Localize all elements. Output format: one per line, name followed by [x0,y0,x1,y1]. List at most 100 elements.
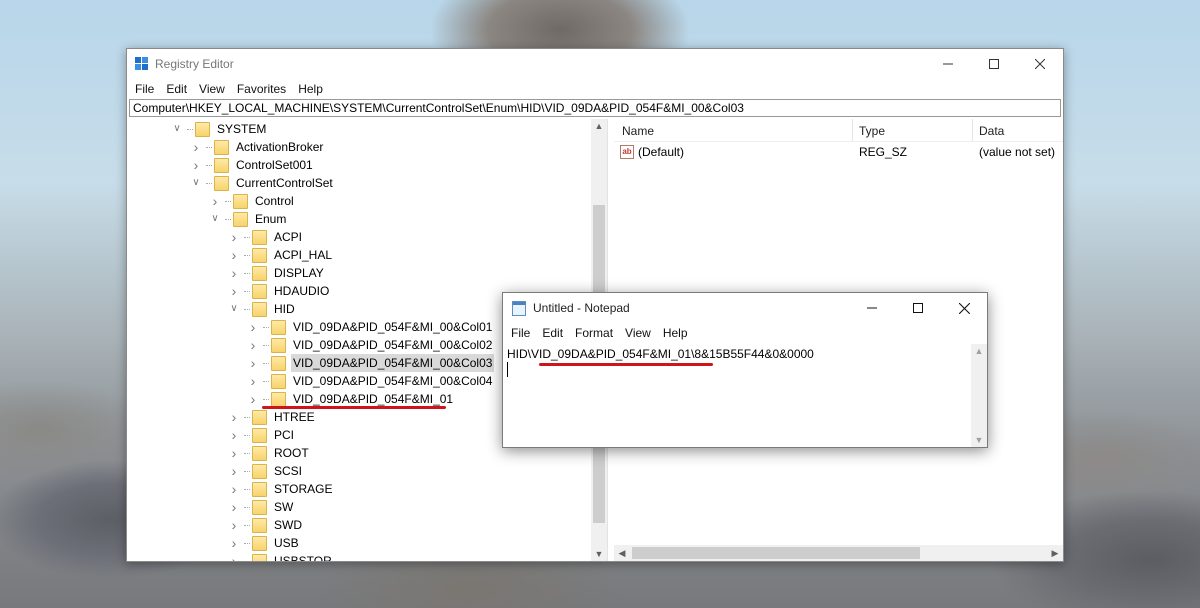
folder-icon [271,319,286,335]
tree-item[interactable]: › VID_09DA&PID_054F&MI_00&Col02 [247,336,494,354]
chevron-right-icon[interactable]: › [228,498,240,516]
tree-item[interactable]: › VID_09DA&PID_054F&MI_00&Col01 [247,318,494,336]
chevron-right-icon[interactable]: › [247,336,259,354]
scroll-up-arrow-icon[interactable]: ▲ [971,346,987,356]
notepad-menu-file[interactable]: File [505,326,536,340]
column-name-header[interactable]: Name [622,124,654,138]
chevron-right-icon[interactable]: › [247,390,259,408]
tree-item[interactable]: › PCI [228,426,296,444]
tree-item[interactable]: › USB [228,534,301,552]
menu-help[interactable]: Help [292,82,329,96]
tree-item[interactable]: ∨ Enum [209,210,288,228]
chevron-down-icon[interactable]: ∨ [171,120,183,138]
notepad-vertical-scrollbar[interactable]: ▲ ▼ [971,344,987,447]
tree-item[interactable]: › Control [209,192,296,210]
folder-icon [214,139,229,155]
chevron-down-icon[interactable]: ∨ [190,174,202,192]
notepad-text-area[interactable]: HID\VID_09DA&PID_054F&MI_01\8&15B55F44&0… [503,344,971,447]
chevron-down-icon[interactable]: ∨ [228,300,240,318]
chevron-right-icon[interactable]: › [247,318,259,336]
tree-item[interactable]: › SW [228,498,295,516]
chevron-right-icon[interactable]: › [190,156,202,174]
tree-item[interactable]: › VID_09DA&PID_054F&MI_00&Col04 [247,372,494,390]
minimize-button[interactable] [925,49,971,79]
chevron-right-icon[interactable]: › [228,534,240,552]
column-type-header[interactable]: Type [859,124,885,138]
notepad-minimize-button[interactable] [849,293,895,323]
value-row[interactable]: ab (Default) REG_SZ (value not set) [614,143,1063,161]
folder-icon [252,229,267,245]
chevron-right-icon[interactable]: › [228,246,240,264]
notepad-window: Untitled - Notepad File Edit Format View… [502,292,988,448]
tree-item[interactable]: › ACPI_HAL [228,246,334,264]
chevron-right-icon[interactable]: › [228,480,240,498]
chevron-right-icon[interactable]: › [228,552,240,561]
list-horizontal-scrollbar[interactable]: ◀ ▶ [614,545,1063,561]
tree-item[interactable]: › HDAUDIO [228,282,331,300]
maximize-icon [913,303,923,313]
chevron-right-icon[interactable]: › [228,228,240,246]
scroll-left-arrow-icon[interactable]: ◀ [614,545,630,561]
tree-item[interactable]: › HTREE [228,408,317,426]
notepad-close-button[interactable] [941,293,987,323]
column-data-header[interactable]: Data [979,124,1004,138]
menu-view[interactable]: View [193,82,231,96]
chevron-right-icon[interactable]: › [190,138,202,156]
tree-item[interactable]: › DISPLAY [228,264,326,282]
tree-item[interactable]: › ActivationBroker [190,138,325,156]
notepad-menu-edit[interactable]: Edit [536,326,569,340]
column-separator[interactable] [852,119,853,141]
menu-edit[interactable]: Edit [160,82,193,96]
notepad-menu-help[interactable]: Help [657,326,694,340]
tree-item-label: PCI [274,428,295,442]
close-button[interactable] [1017,49,1063,79]
tree-item[interactable]: ∨ SYSTEM [171,120,268,138]
chevron-right-icon[interactable]: › [228,264,240,282]
tree-item[interactable]: › STORAGE [228,480,334,498]
notepad-menu-view[interactable]: View [619,326,657,340]
chevron-right-icon[interactable]: › [247,354,259,372]
address-bar[interactable]: Computer\HKEY_LOCAL_MACHINE\SYSTEM\Curre… [129,99,1061,117]
scroll-down-arrow-icon[interactable]: ▼ [591,549,607,559]
folder-icon [214,157,229,173]
tree-item[interactable]: › ControlSet001 [190,156,315,174]
column-separator[interactable] [972,119,973,141]
tree-item[interactable]: › SWD [228,516,304,534]
maximize-icon [989,59,999,69]
menu-file[interactable]: File [129,82,160,96]
chevron-right-icon[interactable]: › [228,444,240,462]
scroll-up-arrow-icon[interactable]: ▲ [591,121,607,131]
tree-item-label: VID_09DA&PID_054F&MI_00&Col03 [291,354,495,372]
tree-item[interactable]: › VID_09DA&PID_054F&MI_00&Col03 [247,354,495,372]
scroll-down-arrow-icon[interactable]: ▼ [971,435,987,445]
chevron-down-icon[interactable]: ∨ [209,210,221,228]
chevron-right-icon[interactable]: › [228,408,240,426]
tree-item-label: HDAUDIO [274,284,330,298]
chevron-right-icon[interactable]: › [228,516,240,534]
tree-item[interactable]: › USBSTOR [228,552,334,561]
tree-item[interactable]: › ROOT [228,444,311,462]
maximize-button[interactable] [971,49,1017,79]
notepad-maximize-button[interactable] [895,293,941,323]
chevron-right-icon[interactable]: › [228,462,240,480]
notepad-menu-format[interactable]: Format [569,326,619,340]
menu-favorites[interactable]: Favorites [231,82,292,96]
tree-connector [244,236,250,238]
tree-item[interactable]: ∨ HID [228,300,297,318]
chevron-right-icon[interactable]: › [228,282,240,300]
scroll-right-arrow-icon[interactable]: ▶ [1047,545,1063,561]
tree-connector [244,506,250,508]
chevron-right-icon[interactable]: › [247,372,259,390]
chevron-right-icon[interactable]: › [228,426,240,444]
list-scroll-thumb[interactable] [632,547,920,559]
tree-item[interactable]: › SCSI [228,462,304,480]
registry-app-icon [135,57,148,70]
notepad-title-bar[interactable]: Untitled - Notepad [503,293,987,323]
registry-title-bar[interactable]: Registry Editor [127,49,1063,79]
tree-item[interactable]: › ACPI [228,228,304,246]
tree-item-label: DISPLAY [274,266,324,280]
tree-item[interactable]: ∨ CurrentControlSet [190,174,335,192]
tree-connector [244,272,250,274]
tree-item-label: VID_09DA&PID_054F&MI_00&Col04 [293,374,493,388]
chevron-right-icon[interactable]: › [209,192,221,210]
